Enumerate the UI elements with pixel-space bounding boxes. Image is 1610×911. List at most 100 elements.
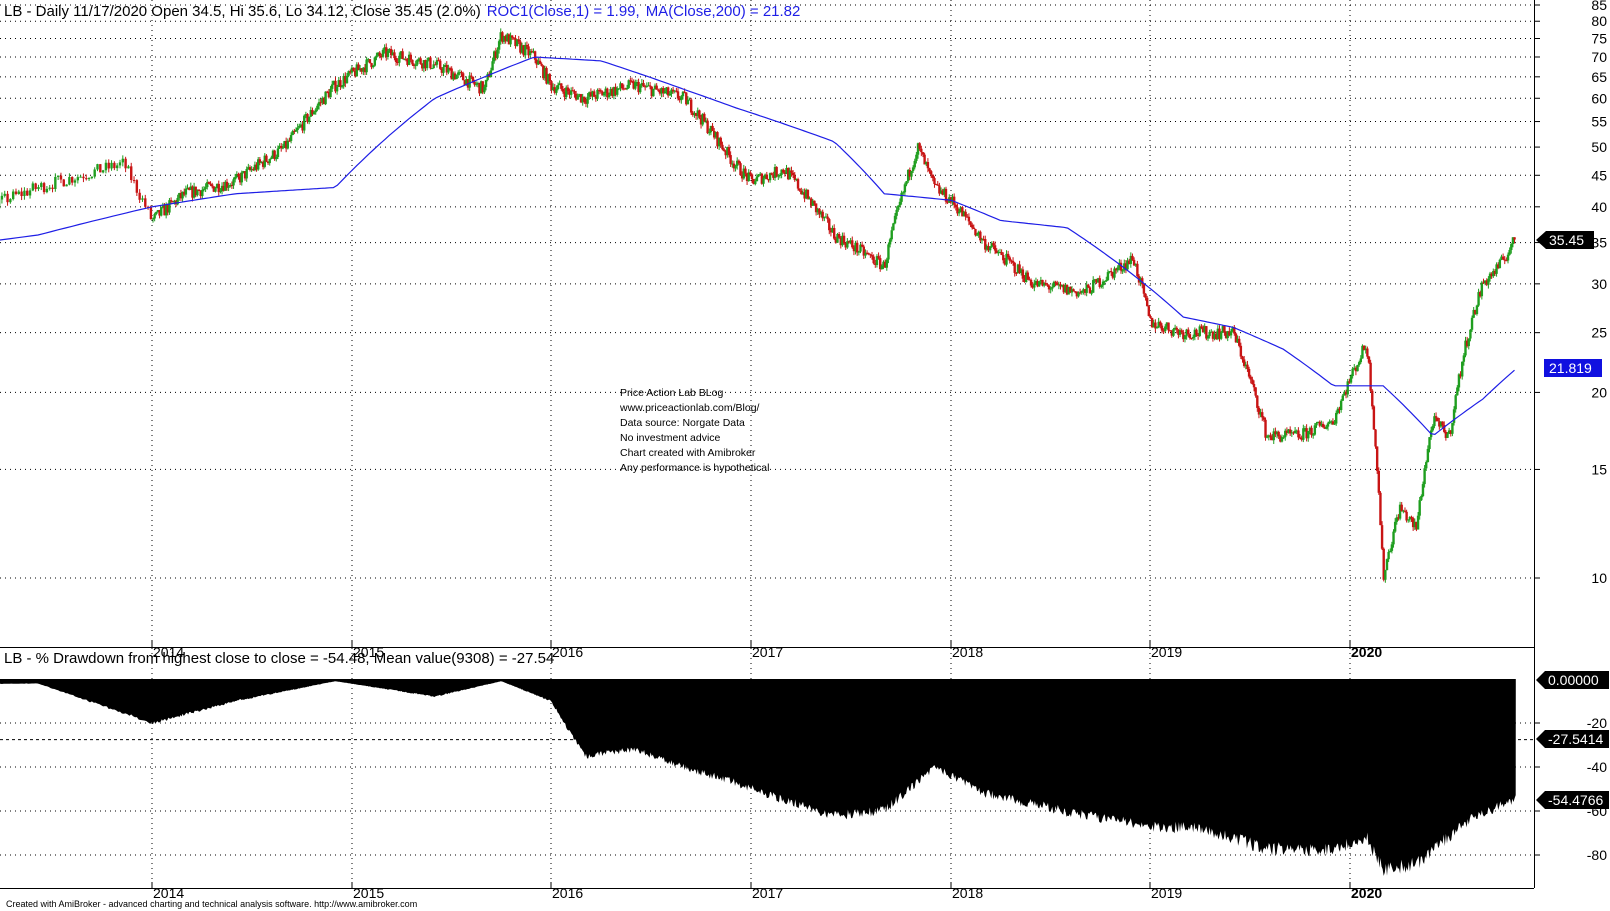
candle-body	[1315, 423, 1318, 426]
candle-body	[1498, 259, 1502, 268]
candle-body	[54, 176, 57, 190]
candle-body	[915, 154, 918, 161]
candle-body	[1147, 306, 1151, 316]
candle-body	[1469, 329, 1472, 339]
candle-body	[900, 192, 903, 202]
candle-body	[48, 187, 51, 189]
candle-body	[770, 173, 773, 175]
candle-body	[1172, 329, 1175, 336]
candle-body	[851, 240, 854, 248]
candle-body	[517, 39, 520, 42]
candle-body	[93, 169, 96, 177]
candle-body	[1410, 516, 1413, 519]
candle-body	[1088, 287, 1092, 294]
candle-body	[964, 211, 967, 217]
candle-body	[149, 207, 153, 220]
candle-body	[202, 188, 206, 190]
candle-body	[729, 155, 732, 164]
candle-body	[345, 75, 349, 84]
candle-body	[813, 200, 816, 204]
candle-body	[1339, 400, 1343, 411]
candle-body	[877, 256, 880, 259]
candle-body	[312, 112, 316, 115]
drawdown-area	[0, 679, 1516, 876]
candle-body	[525, 44, 529, 47]
note-line: Price Action Lab BLog	[620, 387, 723, 399]
candle-body	[1239, 345, 1243, 357]
candle-body	[26, 190, 29, 196]
drawdown-area-fill	[0, 679, 1516, 876]
candle-body	[796, 179, 800, 189]
candle-body	[1375, 446, 1379, 471]
candle-body	[869, 254, 872, 256]
drawdown-y-tick-label: -40	[1587, 759, 1607, 775]
candle-body	[76, 177, 80, 181]
candle-body	[1501, 256, 1505, 260]
candle-body	[837, 234, 841, 238]
candle-body	[1191, 336, 1195, 339]
candle-body	[905, 181, 908, 185]
candle-body	[23, 190, 26, 197]
candle-body	[96, 164, 99, 170]
price-y-tick-label: 30	[1591, 276, 1607, 292]
candle-body	[1379, 492, 1382, 526]
x-tick-label: 2016	[552, 644, 583, 660]
drawdown-mean-tag-label: -27.5414	[1548, 731, 1603, 747]
candle-body	[1106, 272, 1110, 281]
price-y-tick-label: 70	[1591, 49, 1607, 65]
candle-body	[1371, 390, 1374, 407]
candle-body	[548, 74, 552, 82]
candle-body	[461, 73, 465, 81]
candle-body	[893, 215, 897, 224]
stock-chart: 10152025303540455055606570758085 -80-60-…	[0, 0, 1609, 909]
candle-body	[857, 251, 861, 253]
candle-body	[892, 223, 895, 231]
candle-body	[184, 188, 188, 195]
candle-body	[1038, 281, 1041, 287]
candle-body	[698, 110, 701, 118]
price-y-axis: 10152025303540455055606570758085	[1534, 0, 1607, 586]
candle-body	[275, 157, 278, 160]
candle-body	[1423, 468, 1426, 485]
candle-body	[115, 165, 119, 169]
candle-body	[1183, 335, 1187, 340]
candle-body	[411, 59, 414, 65]
candle-body	[1144, 293, 1147, 298]
candle-body	[1421, 484, 1425, 497]
candle-body	[860, 244, 864, 247]
candle-body	[1026, 272, 1029, 280]
candle-body	[160, 207, 163, 216]
candle-body	[314, 109, 317, 113]
candle-body	[556, 85, 560, 89]
candle-body	[204, 187, 207, 189]
candle-body	[130, 166, 133, 181]
candle-body	[1372, 406, 1376, 430]
candle-body	[281, 147, 285, 149]
candle-body	[711, 125, 714, 131]
candle-body	[85, 178, 88, 180]
header-main: LB - Daily 11/17/2020 Open 34.5, Hi 35.6…	[4, 3, 481, 20]
candle-body	[1377, 470, 1381, 493]
candle-body	[1425, 462, 1428, 469]
candle-body	[3, 193, 6, 196]
x-tick-label: 2019	[1151, 644, 1182, 660]
candle-body	[1011, 260, 1015, 263]
candle-body	[340, 86, 344, 88]
header-roc: ROC1(Close,1) = 1.99,	[487, 3, 640, 20]
price-y-tick-label: 45	[1591, 167, 1607, 183]
price-y-tick-label: 40	[1591, 199, 1607, 215]
candle-body	[933, 178, 936, 184]
candle-body	[734, 165, 737, 169]
candle-body	[561, 88, 565, 92]
candle-body	[1326, 423, 1330, 427]
candle-body	[107, 162, 110, 169]
price-y-tick-label: 15	[1591, 461, 1607, 477]
candle-body	[1252, 384, 1256, 388]
candle-body	[31, 183, 35, 191]
candle-body	[652, 88, 655, 97]
candle-body	[1021, 269, 1025, 279]
candle-body	[510, 35, 514, 38]
candle-body	[806, 189, 810, 199]
candle-body	[1384, 570, 1387, 580]
candle-body	[599, 90, 602, 92]
